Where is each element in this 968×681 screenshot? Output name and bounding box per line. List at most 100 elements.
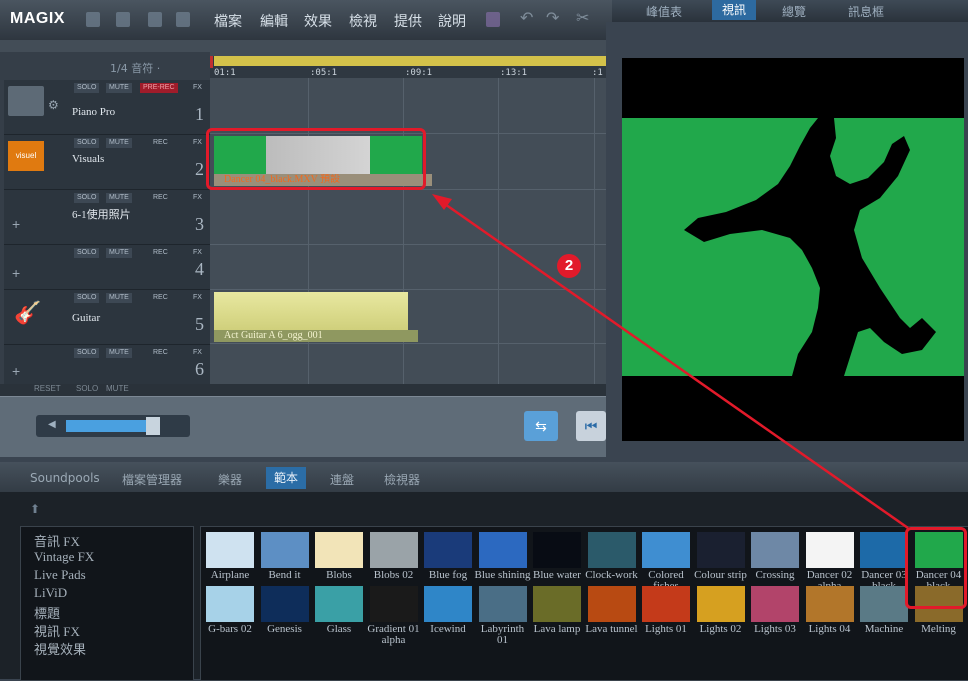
template-thumbnail[interactable] bbox=[533, 586, 581, 622]
redo-icon[interactable]: ↷ bbox=[546, 8, 559, 28]
tab-viewer[interactable]: 檢視器 bbox=[384, 471, 420, 488]
menu-file[interactable]: 檔案 bbox=[214, 11, 242, 31]
category-item[interactable]: 視訊 FX bbox=[34, 621, 80, 640]
track-header-6[interactable]: + SOLO MUTE REC FX 6 bbox=[4, 345, 210, 385]
rec-button[interactable]: REC bbox=[150, 193, 171, 203]
audio-clip[interactable]: Act Guitar A 6_ogg_001 bbox=[214, 292, 418, 342]
template-thumbnail[interactable] bbox=[478, 532, 527, 568]
category-item[interactable]: 音訊 FX bbox=[34, 531, 80, 550]
template-thumbnail[interactable] bbox=[751, 532, 799, 568]
track-name[interactable]: 6-1使用照片 bbox=[72, 206, 131, 222]
rec-button[interactable]: REC bbox=[150, 138, 171, 148]
template-thumbnail[interactable] bbox=[369, 586, 418, 622]
cut-icon[interactable]: ✂ bbox=[576, 8, 589, 28]
template-thumbnail[interactable] bbox=[260, 532, 309, 568]
category-item[interactable]: 視覺效果 bbox=[34, 639, 86, 658]
volume-slider[interactable]: ◀ bbox=[36, 415, 190, 437]
category-item[interactable]: LiViD bbox=[34, 585, 67, 601]
template-thumbnail[interactable] bbox=[315, 532, 363, 568]
menu-view[interactable]: 檢視 bbox=[349, 11, 377, 31]
mute-button[interactable]: MUTE bbox=[106, 248, 132, 258]
tab-info-box[interactable]: 訊息框 bbox=[848, 3, 884, 20]
template-thumbnail[interactable] bbox=[696, 532, 745, 568]
mute-button[interactable]: MUTE bbox=[106, 348, 132, 358]
add-icon[interactable]: + bbox=[12, 363, 20, 379]
fx-button[interactable]: FX bbox=[190, 83, 205, 93]
track-header-3[interactable]: + SOLO MUTE REC FX 6-1使用照片 3 bbox=[4, 190, 210, 245]
template-thumbnail[interactable] bbox=[696, 586, 745, 622]
template-thumbnail[interactable] bbox=[805, 586, 854, 622]
template-thumbnail[interactable] bbox=[424, 586, 472, 622]
fx-button[interactable]: FX bbox=[190, 248, 205, 258]
fx-button[interactable]: FX bbox=[190, 348, 205, 358]
template-thumbnail[interactable] bbox=[478, 586, 527, 622]
tab-video[interactable]: 視訊 bbox=[712, 0, 757, 20]
template-thumbnail[interactable] bbox=[805, 532, 854, 568]
settings-icon[interactable] bbox=[176, 12, 190, 27]
template-thumbnail[interactable] bbox=[260, 586, 309, 622]
category-item[interactable]: 標題 bbox=[34, 603, 60, 622]
tab-peak-meter[interactable]: 峰值表 bbox=[646, 3, 682, 20]
template-thumbnail[interactable] bbox=[206, 532, 254, 568]
template-thumbnail[interactable] bbox=[751, 586, 799, 622]
slider-handle[interactable] bbox=[146, 417, 160, 435]
undo-icon[interactable]: ↶ bbox=[520, 8, 533, 28]
track-name[interactable]: Piano Pro bbox=[72, 106, 115, 118]
pre-rec-button[interactable]: PRE-REC bbox=[140, 83, 178, 93]
category-item[interactable]: Live Pads bbox=[34, 567, 86, 583]
mute-all-button[interactable]: MUTE bbox=[106, 384, 129, 393]
template-thumbnail[interactable] bbox=[860, 532, 908, 568]
solo-all-button[interactable]: SOLO bbox=[76, 384, 98, 393]
menu-help[interactable]: 說明 bbox=[438, 11, 466, 31]
category-item[interactable]: Vintage FX bbox=[34, 549, 94, 565]
track-header-2[interactable]: visuel SOLO MUTE REC FX Visuals 2 bbox=[4, 135, 210, 190]
menu-edit[interactable]: 編輯 bbox=[260, 11, 288, 31]
solo-button[interactable]: SOLO bbox=[74, 193, 100, 203]
fx-button[interactable]: FX bbox=[190, 293, 205, 303]
tab-instruments[interactable]: 樂器 bbox=[218, 471, 242, 488]
template-thumbnail[interactable] bbox=[587, 586, 636, 622]
loop-button[interactable]: ⇆ bbox=[524, 411, 558, 441]
loop-range-bar[interactable] bbox=[214, 56, 606, 66]
template-thumbnail[interactable] bbox=[642, 586, 690, 622]
template-thumbnail[interactable] bbox=[642, 532, 690, 568]
template-thumbnail[interactable] bbox=[315, 586, 363, 622]
mute-button[interactable]: MUTE bbox=[106, 293, 132, 303]
track-name[interactable]: Guitar bbox=[72, 312, 100, 324]
track-settings-icon[interactable]: ⚙ bbox=[48, 98, 59, 112]
folder-up-icon[interactable]: ⬆ bbox=[30, 502, 40, 516]
add-icon[interactable]: + bbox=[12, 216, 20, 232]
template-thumbnail[interactable] bbox=[587, 532, 636, 568]
tab-file-manager[interactable]: 檔案管理器 bbox=[122, 471, 182, 488]
timeline-scrollbar[interactable]: RESET SOLO MUTE bbox=[0, 384, 606, 396]
solo-button[interactable]: SOLO bbox=[74, 248, 100, 258]
solo-button[interactable]: SOLO bbox=[74, 348, 100, 358]
new-file-icon[interactable] bbox=[86, 12, 100, 27]
mute-button[interactable]: MUTE bbox=[106, 83, 132, 93]
track-header-1[interactable]: ⚙ SOLO MUTE PRE-REC FX Piano Pro 1 bbox=[4, 80, 210, 135]
track-header-5[interactable]: 🎸 SOLO MUTE REC FX Guitar 5 bbox=[4, 290, 210, 345]
reset-button[interactable]: RESET bbox=[34, 384, 61, 393]
track-header-4[interactable]: + SOLO MUTE REC FX 4 bbox=[4, 245, 210, 290]
tab-overview[interactable]: 總覽 bbox=[782, 3, 806, 20]
open-folder-icon[interactable] bbox=[116, 12, 130, 27]
menu-offer[interactable]: 提供 bbox=[394, 11, 422, 31]
tab-soundpools[interactable]: Soundpools bbox=[30, 471, 100, 485]
save-icon[interactable] bbox=[148, 12, 162, 27]
playhead-marker[interactable] bbox=[210, 56, 213, 68]
fx-button[interactable]: FX bbox=[190, 138, 205, 148]
fx-button[interactable]: FX bbox=[190, 193, 205, 203]
solo-button[interactable]: SOLO bbox=[74, 293, 100, 303]
tab-links[interactable]: 連盤 bbox=[330, 471, 354, 488]
template-thumbnail[interactable] bbox=[860, 586, 908, 622]
left-arrow-icon[interactable]: ◀ bbox=[48, 419, 56, 430]
rec-button[interactable]: REC bbox=[150, 348, 171, 358]
tab-templates[interactable]: 範本 bbox=[266, 467, 307, 489]
go-to-start-button[interactable]: ⏮ bbox=[576, 411, 606, 441]
track-name[interactable]: Visuals bbox=[72, 153, 104, 165]
rec-button[interactable]: REC bbox=[150, 293, 171, 303]
help-icon[interactable] bbox=[486, 12, 500, 27]
solo-button[interactable]: SOLO bbox=[74, 138, 100, 148]
grid-resolution-select[interactable]: 1/4 音符 · bbox=[110, 60, 160, 76]
menu-effects[interactable]: 效果 bbox=[304, 11, 332, 31]
